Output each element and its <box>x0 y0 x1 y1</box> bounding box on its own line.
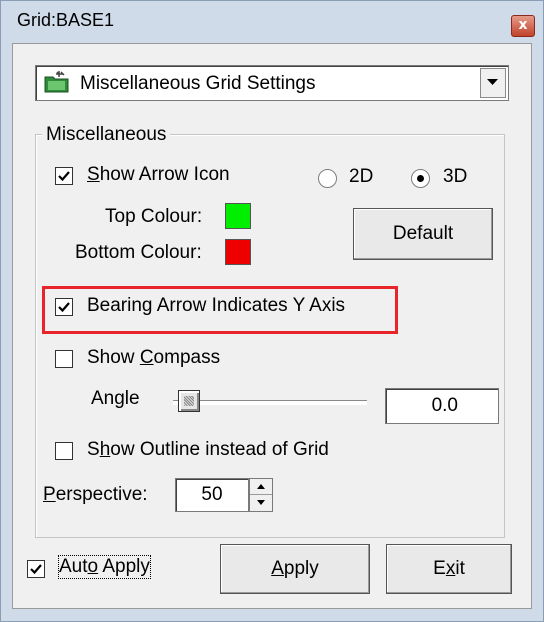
label-part: Show <box>87 347 140 368</box>
dialog-client-area: Miscellaneous Grid Settings Miscellaneou… <box>12 43 532 609</box>
show-compass-label[interactable]: Show Compass <box>87 347 220 369</box>
label-part: Apply <box>98 556 150 577</box>
label-part: pply <box>283 558 319 579</box>
show-arrow-icon-label[interactable]: Show Arrow Icon <box>87 164 230 186</box>
chevron-down-icon <box>487 79 498 85</box>
arrow-down-icon <box>257 500 265 505</box>
radio-selected-dot <box>417 175 424 182</box>
spin-up-button[interactable] <box>250 479 272 495</box>
show-compass-checkbox[interactable] <box>55 350 73 368</box>
dropdown-selected-value: Miscellaneous Grid Settings <box>80 73 316 94</box>
radio-3d-label[interactable]: 3D <box>443 166 467 188</box>
accelerator-key: A <box>271 558 284 579</box>
apply-button[interactable]: Apply <box>220 544 370 594</box>
perspective-spinner[interactable] <box>249 478 273 512</box>
accelerator-key: C <box>139 347 154 368</box>
accelerator-key: h <box>99 439 111 460</box>
auto-apply-checkbox[interactable] <box>27 560 45 578</box>
title-bar[interactable]: Grid:BASE1 x <box>1 1 543 41</box>
top-colour-label: Top Colour: <box>105 206 203 227</box>
accelerator-key: S <box>87 164 100 185</box>
perspective-input[interactable]: 50 <box>175 478 249 512</box>
groupbox-legend: Miscellaneous <box>42 124 171 146</box>
label-part: E <box>433 558 446 579</box>
angle-input[interactable]: 0.0 <box>385 388 499 424</box>
label-part: how Arrow Icon <box>99 164 230 185</box>
dropdown-toggle-button[interactable] <box>480 68 506 98</box>
checkmark-icon <box>58 302 70 313</box>
label-part: ompass <box>153 347 221 368</box>
spin-down-button[interactable] <box>250 495 272 510</box>
label-part: Aut <box>59 556 88 577</box>
perspective-label: Perspective: <box>43 484 148 506</box>
label-part: erspective: <box>55 484 148 505</box>
settings-category-dropdown[interactable]: Miscellaneous Grid Settings <box>35 65 509 101</box>
settings-folder-icon <box>44 71 69 93</box>
radio-2d[interactable] <box>318 169 337 188</box>
auto-apply-label[interactable]: Auto Apply <box>58 555 151 579</box>
angle-value: 0.0 <box>431 395 458 416</box>
radio-3d[interactable] <box>411 169 430 188</box>
slider-grip-icon <box>184 396 194 406</box>
window-title: Grid:BASE1 <box>17 10 115 30</box>
bottom-colour-swatch[interactable] <box>225 239 251 265</box>
accelerator-key: P <box>43 484 56 505</box>
label-part: S <box>87 439 100 460</box>
label-part: ow Outline instead of Grid <box>110 439 329 460</box>
default-button[interactable]: Default <box>353 208 493 260</box>
perspective-value: 50 <box>201 484 223 505</box>
show-outline-label[interactable]: Show Outline instead of Grid <box>87 439 329 461</box>
checkmark-icon <box>30 564 42 575</box>
angle-label: Angle <box>91 388 140 409</box>
exit-button[interactable]: Exit <box>386 544 512 594</box>
show-arrow-icon-checkbox[interactable] <box>55 167 73 185</box>
radio-2d-label[interactable]: 2D <box>349 166 373 188</box>
close-button[interactable]: x <box>511 15 535 37</box>
bearing-arrow-label[interactable]: Bearing Arrow Indicates Y Axis <box>87 295 345 317</box>
show-outline-checkbox[interactable] <box>55 442 73 460</box>
angle-slider-track[interactable] <box>173 400 367 405</box>
label-part: it <box>455 558 465 579</box>
top-colour-swatch[interactable] <box>225 203 251 229</box>
checkmark-icon <box>58 171 70 182</box>
accelerator-key: x <box>445 558 456 579</box>
close-icon: x <box>518 17 528 33</box>
bearing-arrow-checkbox[interactable] <box>55 298 73 316</box>
accelerator-key: o <box>87 556 99 577</box>
dialog-window: Grid:BASE1 x Miscellaneous Grid Settings… <box>0 0 544 622</box>
bottom-colour-label: Bottom Colour: <box>75 242 202 263</box>
arrow-up-icon <box>257 484 265 489</box>
angle-slider-thumb[interactable] <box>178 390 200 412</box>
